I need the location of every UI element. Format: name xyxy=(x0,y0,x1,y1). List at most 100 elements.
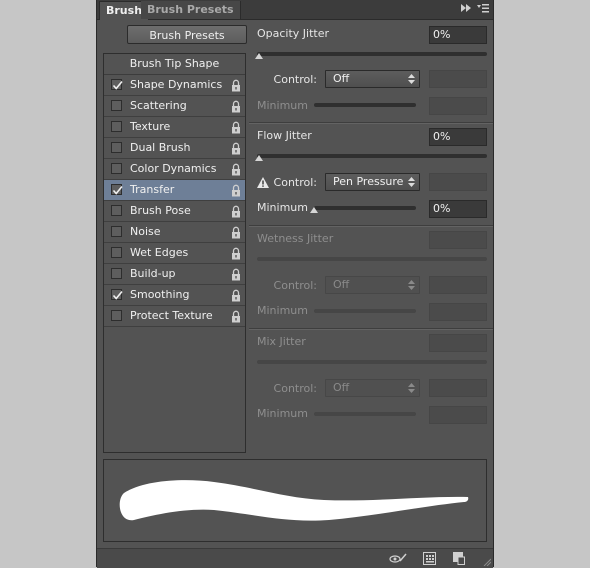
option-scattering[interactable]: Scattering xyxy=(104,96,245,117)
option-checkbox[interactable] xyxy=(111,184,123,195)
mix-jitter-slider xyxy=(257,360,487,364)
mix-jitter-value xyxy=(429,334,487,352)
resize-grip-icon[interactable] xyxy=(483,558,491,566)
option-checkbox[interactable] xyxy=(111,142,122,153)
option-label: Brush Pose xyxy=(130,204,191,217)
flow-minimum-label: Minimum xyxy=(257,201,308,214)
option-checkbox[interactable] xyxy=(111,121,122,132)
option-transfer[interactable]: Transfer xyxy=(104,180,245,201)
opacity-control-box xyxy=(429,70,487,88)
flow-jitter-value[interactable]: 0% xyxy=(429,128,487,146)
option-label: Shape Dynamics xyxy=(130,78,223,91)
option-checkbox[interactable] xyxy=(111,226,122,237)
fast-forward-icon[interactable] xyxy=(461,4,471,15)
select-arrows-icon xyxy=(408,74,415,84)
checkmark-icon xyxy=(112,290,123,300)
option-label: Smoothing xyxy=(130,288,190,301)
brush-panel: Brush Brush Presets Brush Presets Brush … xyxy=(96,0,494,568)
wetness-control-value: Off xyxy=(333,278,350,291)
opacity-jitter-value[interactable]: 0% xyxy=(429,26,487,44)
option-label: Protect Texture xyxy=(130,309,213,322)
option-label: Transfer xyxy=(130,183,175,196)
option-label: Noise xyxy=(130,225,161,238)
option-brush-pose[interactable]: Brush Pose xyxy=(104,201,245,222)
tab-brush-presets[interactable]: Brush Presets xyxy=(141,1,241,19)
opacity-jitter-label: Opacity Jitter xyxy=(257,27,330,40)
option-texture[interactable]: Texture xyxy=(104,117,245,138)
option-smoothing[interactable]: Smoothing xyxy=(104,285,245,306)
checkmark-icon xyxy=(112,185,123,195)
wetness-control-select: Off xyxy=(325,276,420,294)
option-wet-edges[interactable]: Wet Edges xyxy=(104,243,245,264)
opacity-minimum-slider xyxy=(314,103,416,107)
flow-jitter-label: Flow Jitter xyxy=(257,129,312,142)
wetness-control-box xyxy=(429,276,487,294)
panel-menu-icon[interactable] xyxy=(477,3,489,16)
opacity-control-label: Control: xyxy=(273,73,317,86)
wetness-minimum-value xyxy=(429,303,487,321)
option-color-dynamics[interactable]: Color Dynamics xyxy=(104,159,245,180)
wetness-control-label: Control: xyxy=(273,279,317,292)
option-shape-dynamics[interactable]: Shape Dynamics xyxy=(104,75,245,96)
select-arrows-icon xyxy=(408,383,415,393)
mix-minimum-value xyxy=(429,406,487,424)
wetness-minimum-slider xyxy=(314,309,416,313)
mix-control-select: Off xyxy=(325,379,420,397)
option-label: Color Dynamics xyxy=(130,162,217,175)
divider xyxy=(249,225,493,227)
divider xyxy=(249,122,493,124)
checkmark-icon xyxy=(112,80,123,90)
tab-bar: Brush Brush Presets xyxy=(97,0,493,20)
toggle-grid-icon[interactable] xyxy=(423,552,436,565)
flow-control-select[interactable]: Pen Pressure xyxy=(325,173,420,191)
option-checkbox[interactable] xyxy=(111,289,123,300)
option-protect-texture[interactable]: Protect Texture xyxy=(104,306,245,327)
flow-control-box xyxy=(429,173,487,191)
brush-tip-shape-item[interactable]: Brush Tip Shape xyxy=(104,54,245,75)
divider xyxy=(249,328,493,330)
option-dual-brush[interactable]: Dual Brush xyxy=(104,138,245,159)
bottom-toolbar xyxy=(97,548,493,568)
flow-jitter-thumb[interactable] xyxy=(255,155,263,161)
flow-minimum-value[interactable]: 0% xyxy=(429,200,487,218)
opacity-jitter-thumb[interactable] xyxy=(255,53,263,59)
brush-stroke-preview xyxy=(119,480,469,521)
tab-bar-icons xyxy=(461,2,489,17)
option-label: Wet Edges xyxy=(130,246,189,259)
opacity-jitter-slider[interactable] xyxy=(257,52,487,56)
option-build-up[interactable]: Build-up xyxy=(104,264,245,285)
wetness-jitter-value xyxy=(429,231,487,249)
opacity-control-value: Off xyxy=(333,72,350,85)
option-checkbox[interactable] xyxy=(111,310,122,321)
option-label: Build-up xyxy=(130,267,176,280)
flow-control-label: Control: xyxy=(273,176,317,189)
option-checkbox[interactable] xyxy=(111,163,122,174)
option-checkbox[interactable] xyxy=(111,79,123,90)
flow-minimum-thumb[interactable] xyxy=(310,207,318,213)
select-arrows-icon xyxy=(408,280,415,290)
mix-minimum-slider xyxy=(314,412,416,416)
flow-jitter-slider[interactable] xyxy=(257,154,487,158)
flow-minimum-slider[interactable] xyxy=(314,206,416,210)
transfer-settings: Opacity Jitter 0% Control: Off Minimum F… xyxy=(249,20,493,440)
option-checkbox[interactable] xyxy=(111,205,122,216)
select-arrows-icon xyxy=(408,177,415,187)
flow-control-value: Pen Pressure xyxy=(333,175,404,188)
mix-jitter-label: Mix Jitter xyxy=(257,335,306,348)
option-checkbox[interactable] xyxy=(111,100,122,111)
opacity-control-select[interactable]: Off xyxy=(325,70,420,88)
new-preset-icon[interactable] xyxy=(453,552,465,565)
brush-options-list: Brush Tip Shape Shape Dynamics Scattering… xyxy=(103,53,246,453)
option-label: Texture xyxy=(130,120,171,133)
option-label: Scattering xyxy=(130,99,187,112)
brush-presets-button[interactable]: Brush Presets xyxy=(127,25,247,44)
option-checkbox[interactable] xyxy=(111,268,122,279)
brush-preview-icon[interactable] xyxy=(389,552,407,565)
stroke-preview xyxy=(103,459,487,542)
opacity-minimum-value xyxy=(429,97,487,115)
option-noise[interactable]: Noise xyxy=(104,222,245,243)
mix-control-box xyxy=(429,379,487,397)
wetness-jitter-label: Wetness Jitter xyxy=(257,232,334,245)
option-checkbox[interactable] xyxy=(111,247,122,258)
option-label: Dual Brush xyxy=(130,141,191,154)
